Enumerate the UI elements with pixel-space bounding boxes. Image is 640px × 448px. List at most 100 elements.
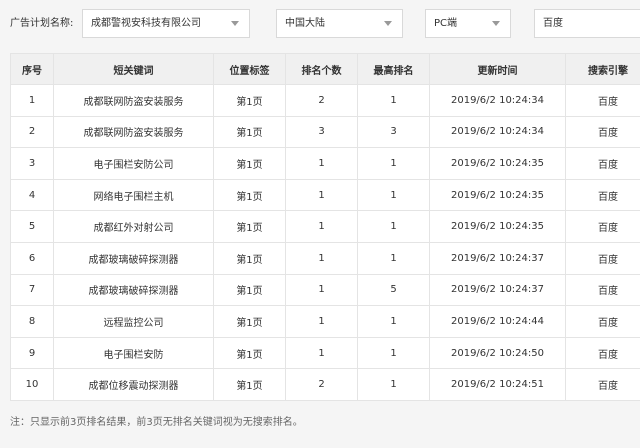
- chevron-down-icon: [492, 21, 500, 26]
- cell-position-tag: 第1页: [213, 273, 286, 307]
- cell-top-rank: 1: [357, 147, 430, 180]
- cell-keyword: 成都红外对射公司: [53, 210, 214, 243]
- cell-update-time: 2019/6/2 10:24:50: [429, 336, 566, 370]
- cell-search-engine: 百度: [565, 84, 640, 117]
- table-row: 4 网络电子围栏主机 第1页 1 1 2019/6/2 10:24:35 百度: [10, 178, 640, 212]
- table-header-row: 序号 短关键词 位置标签 排名个数 最高排名 更新时间 搜索引擎: [10, 53, 640, 85]
- cell-keyword: 远程监控公司: [53, 305, 214, 338]
- cell-search-engine: 百度: [565, 178, 640, 212]
- cell-update-time: 2019/6/2 10:24:35: [429, 210, 566, 243]
- region-select-value: 中国大陆: [285, 18, 325, 29]
- cell-keyword: 成都联网防盗安装服务: [53, 115, 214, 149]
- table-row: 1 成都联网防盗安装服务 第1页 2 1 2019/6/2 10:24:34 百度: [10, 84, 640, 117]
- cell-update-time: 2019/6/2 10:24:44: [429, 305, 566, 338]
- ranking-table: 序号 短关键词 位置标签 排名个数 最高排名 更新时间 搜索引擎 1 成都联网防盗安装服务 第1…: [10, 53, 640, 401]
- cell-update-time: 2019/6/2 10:24:34: [429, 115, 566, 149]
- index-header: 序号: [10, 53, 54, 85]
- cell-index: 4: [10, 178, 54, 212]
- cell-search-engine: 百度: [565, 241, 640, 275]
- cell-keyword: 成都位移震动探测器: [53, 368, 214, 401]
- cell-index: 9: [10, 336, 54, 370]
- cell-search-engine: 百度: [565, 368, 640, 401]
- cell-top-rank: 1: [357, 241, 430, 275]
- cell-top-rank: 5: [357, 273, 430, 307]
- device-select[interactable]: PC端: [425, 9, 511, 38]
- cell-update-time: 2019/6/2 10:24:37: [429, 241, 566, 275]
- table-row: 2 成都联网防盗安装服务 第1页 3 3 2019/6/2 10:24:34 百度: [10, 115, 640, 149]
- cell-rank-count: 1: [285, 241, 358, 275]
- cell-search-engine: 百度: [565, 305, 640, 338]
- table-body: 1 成都联网防盗安装服务 第1页 2 1 2019/6/2 10:24:34 百度 2 成都联网…: [10, 84, 640, 401]
- cell-index: 10: [10, 368, 54, 401]
- table-row: 7 成都玻璃破碎探测器 第1页 1 5 2019/6/2 10:24:37 百度: [10, 273, 640, 307]
- cell-top-rank: 1: [357, 336, 430, 370]
- table-row: 6 成都玻璃破碎探测器 第1页 1 1 2019/6/2 10:24:37 百度: [10, 241, 640, 275]
- device-select-value: PC端: [434, 18, 458, 29]
- cell-update-time: 2019/6/2 10:24:35: [429, 178, 566, 212]
- cell-position-tag: 第1页: [213, 84, 286, 117]
- cell-top-rank: 1: [357, 84, 430, 117]
- table-row: 10 成都位移震动探测器 第1页 2 1 2019/6/2 10:24:51 百度: [10, 368, 640, 401]
- cell-position-tag: 第1页: [213, 241, 286, 275]
- cell-position-tag: 第1页: [213, 305, 286, 338]
- cell-position-tag: 第1页: [213, 115, 286, 149]
- update-time-header: 更新时间: [429, 53, 566, 85]
- top-rank-header: 最高排名: [357, 53, 430, 85]
- cell-index: 1: [10, 84, 54, 117]
- cell-rank-count: 1: [285, 336, 358, 370]
- cell-rank-count: 1: [285, 273, 358, 307]
- cell-top-rank: 1: [357, 305, 430, 338]
- cell-rank-count: 3: [285, 115, 358, 149]
- cell-top-rank: 1: [357, 368, 430, 401]
- company-select-value: 成都警视安科技有限公司: [91, 18, 201, 29]
- cell-keyword: 网络电子围栏主机: [53, 178, 214, 212]
- region-select[interactable]: 中国大陆: [276, 9, 403, 38]
- filter-bar: 广告计划名称: 成都警视安科技有限公司 中国大陆 PC端 百度: [0, 9, 640, 39]
- cell-index: 7: [10, 273, 54, 307]
- cell-rank-count: 1: [285, 178, 358, 212]
- cell-update-time: 2019/6/2 10:24:51: [429, 368, 566, 401]
- cell-position-tag: 第1页: [213, 147, 286, 180]
- cell-top-rank: 3: [357, 115, 430, 149]
- cell-rank-count: 1: [285, 305, 358, 338]
- cell-search-engine: 百度: [565, 115, 640, 149]
- company-select[interactable]: 成都警视安科技有限公司: [82, 9, 250, 38]
- cell-index: 3: [10, 147, 54, 180]
- cell-rank-count: 1: [285, 147, 358, 180]
- chevron-down-icon: [231, 21, 239, 26]
- cell-index: 2: [10, 115, 54, 149]
- position-tag-header: 位置标签: [213, 53, 286, 85]
- ranking-table-container: 序号 短关键词 位置标签 排名个数 最高排名 更新时间 搜索引擎 1 成都联网防盗安装服务 第1…: [10, 53, 640, 401]
- search-engine-select-value: 百度: [543, 18, 563, 29]
- cell-rank-count: 2: [285, 368, 358, 401]
- cell-position-tag: 第1页: [213, 178, 286, 212]
- cell-keyword: 成都玻璃破碎探测器: [53, 273, 214, 307]
- cell-search-engine: 百度: [565, 273, 640, 307]
- cell-keyword: 电子围栏安防: [53, 336, 214, 370]
- cell-index: 6: [10, 241, 54, 275]
- table-row: 8 远程监控公司 第1页 1 1 2019/6/2 10:24:44 百度: [10, 305, 640, 338]
- keyword-header: 短关键词: [53, 53, 214, 85]
- cell-keyword: 成都联网防盗安装服务: [53, 84, 214, 117]
- cell-keyword: 电子围栏安防公司: [53, 147, 214, 180]
- footnote: 注：只显示前3页排名结果，前3页无排名关键词视为无搜索排名。: [10, 417, 303, 428]
- cell-search-engine: 百度: [565, 210, 640, 243]
- cell-search-engine: 百度: [565, 147, 640, 180]
- cell-top-rank: 1: [357, 178, 430, 212]
- plan-name-label: 广告计划名称:: [10, 18, 74, 29]
- rank-count-header: 排名个数: [285, 53, 358, 85]
- cell-search-engine: 百度: [565, 336, 640, 370]
- search-engine-select[interactable]: 百度: [534, 9, 640, 38]
- table-row: 9 电子围栏安防 第1页 1 1 2019/6/2 10:24:50 百度: [10, 336, 640, 370]
- chevron-down-icon: [384, 21, 392, 26]
- table-row: 5 成都红外对射公司 第1页 1 1 2019/6/2 10:24:35 百度: [10, 210, 640, 243]
- table-row: 3 电子围栏安防公司 第1页 1 1 2019/6/2 10:24:35 百度: [10, 147, 640, 180]
- cell-rank-count: 1: [285, 210, 358, 243]
- cell-update-time: 2019/6/2 10:24:37: [429, 273, 566, 307]
- cell-keyword: 成都玻璃破碎探测器: [53, 241, 214, 275]
- cell-index: 8: [10, 305, 54, 338]
- cell-index: 5: [10, 210, 54, 243]
- cell-position-tag: 第1页: [213, 210, 286, 243]
- cell-position-tag: 第1页: [213, 368, 286, 401]
- cell-top-rank: 1: [357, 210, 430, 243]
